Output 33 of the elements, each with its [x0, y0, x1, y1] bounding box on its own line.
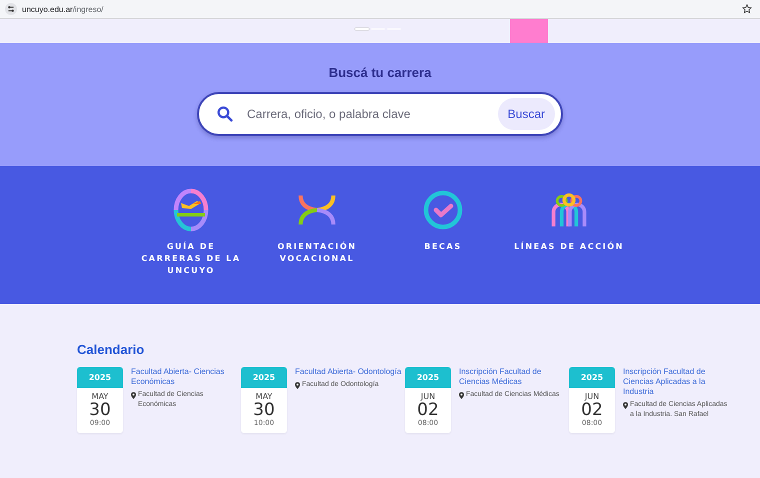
- calendar-heading: Calendario: [77, 342, 146, 357]
- year-label: 2025: [241, 367, 287, 388]
- nav-link[interactable]: ORIENTACIÓN VOCACIONAL: [262, 241, 372, 265]
- check-circle-icon[interactable]: [423, 188, 463, 232]
- location-pin-icon: [623, 402, 628, 409]
- nav-link[interactable]: LÍNEAS DE ACCIÓN: [514, 241, 624, 253]
- event-title-link[interactable]: Facultad Abierta- Ciencias Económicas: [131, 367, 239, 387]
- day-number: 02: [580, 401, 604, 419]
- event-title-link[interactable]: Inscripción Facultad de Ciencias Aplicadas a la Industria: [623, 367, 731, 397]
- location-pin-icon: [131, 392, 136, 399]
- location-pin-icon: [459, 392, 464, 399]
- event-title-link[interactable]: Facultad Abierta- Odontología: [295, 367, 403, 377]
- month-label: JUN: [584, 392, 600, 401]
- search-button[interactable]: Buscar: [498, 98, 555, 130]
- nav-link[interactable]: BECAS: [424, 241, 462, 253]
- year-label: 2025: [405, 367, 451, 388]
- day-number: 30: [252, 401, 276, 419]
- bookmark-star-icon[interactable]: [742, 4, 752, 14]
- month-label: MAY: [254, 392, 274, 401]
- year-label: 2025: [77, 367, 123, 388]
- day-number: 30: [88, 401, 112, 419]
- month-label: JUN: [420, 392, 436, 401]
- nav-link[interactable]: GUÍA DE CARRERAS DE LA UNCUYO: [136, 241, 246, 277]
- search-heading: Buscá tu carrera: [328, 65, 432, 80]
- day-number: 02: [416, 401, 440, 419]
- oval-emblem-icon[interactable]: [171, 188, 211, 232]
- location-pin-icon: [295, 382, 300, 389]
- event-title-link[interactable]: Inscripción Facultad de Ciencias Médicas: [459, 367, 567, 387]
- site-settings-icon[interactable]: [5, 3, 17, 15]
- search-field[interactable]: Carrera, oficio, o palabra clave Buscar: [197, 92, 563, 136]
- month-label: MAY: [90, 392, 110, 401]
- year-label: 2025: [569, 367, 615, 388]
- search-icon: [217, 106, 233, 122]
